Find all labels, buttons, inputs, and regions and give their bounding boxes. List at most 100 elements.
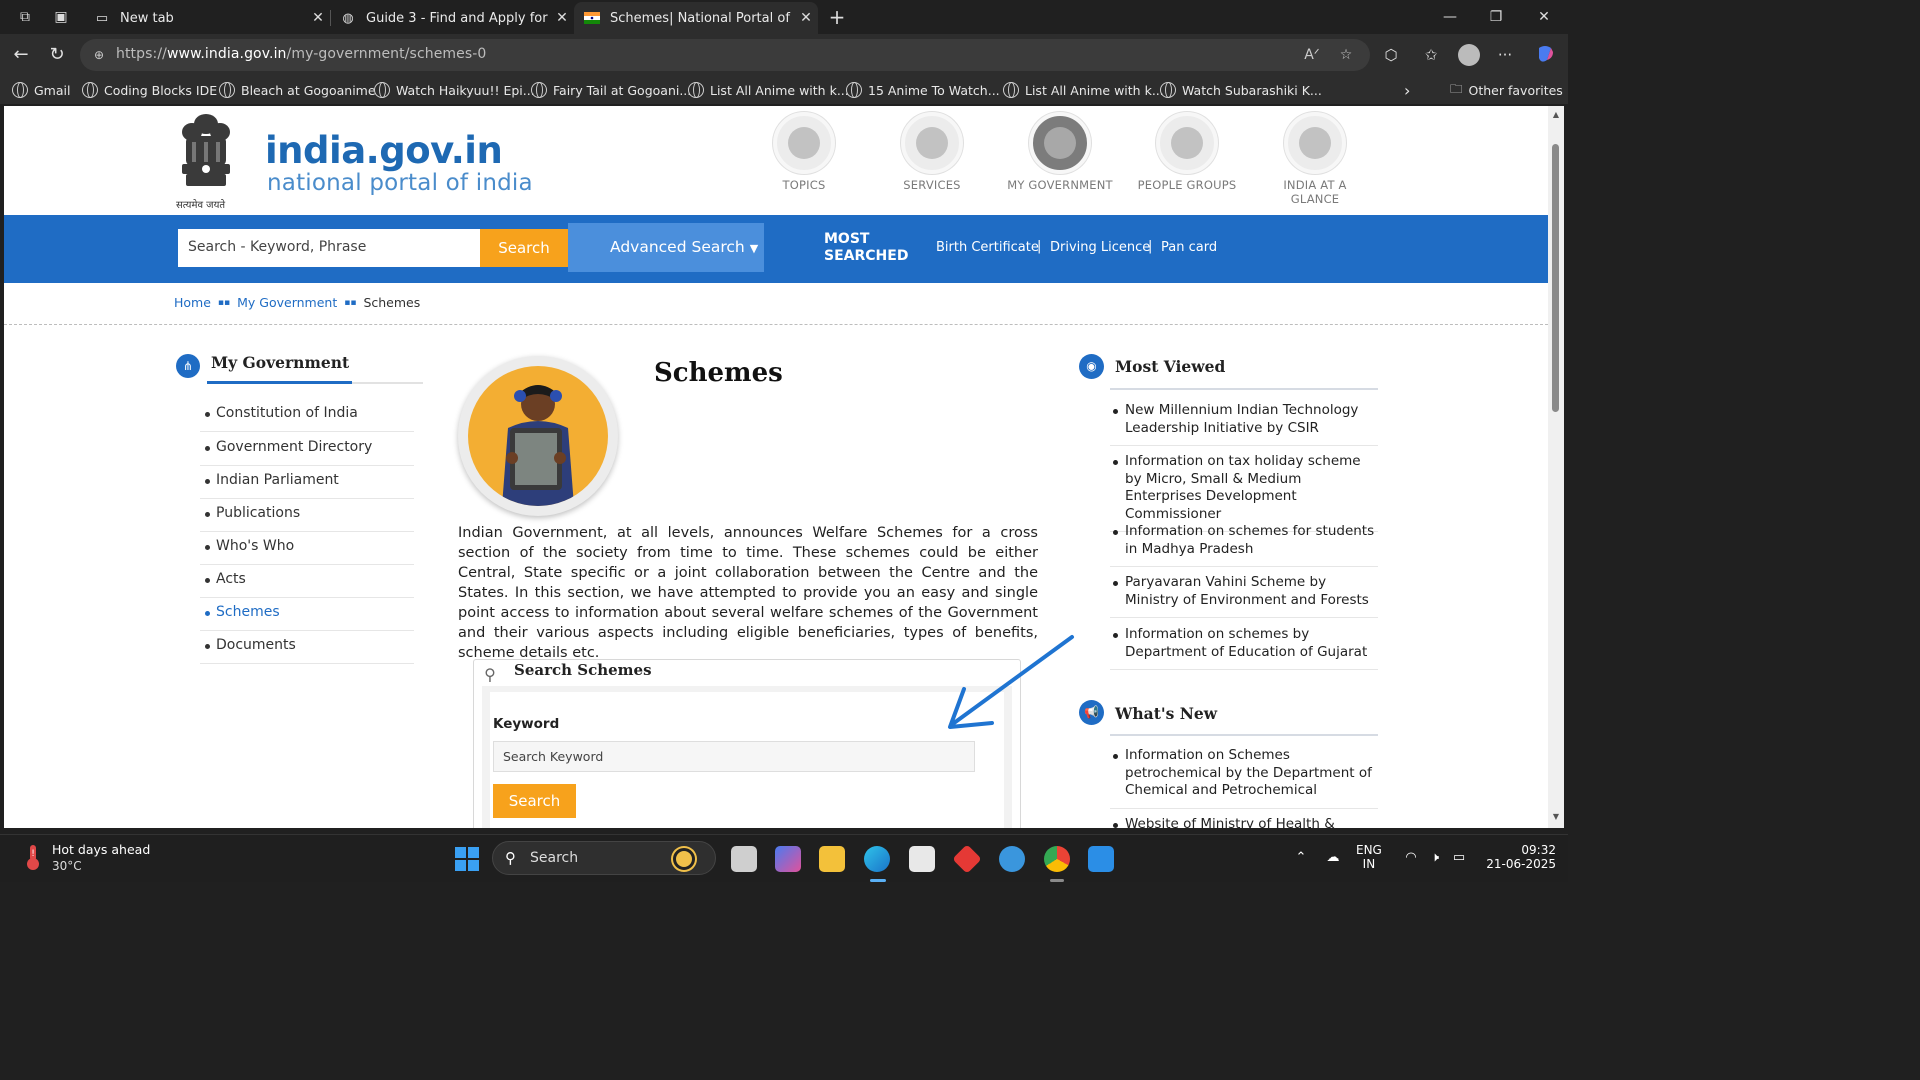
favorite-item[interactable]: 15 Anime To Watch... xyxy=(846,80,1000,100)
most-viewed-item[interactable]: Paryavaran Vahini Scheme by Ministry of … xyxy=(1110,574,1378,618)
people-icon xyxy=(1171,127,1203,159)
read-aloud-icon[interactable]: Aᐟ xyxy=(1302,45,1322,65)
close-icon[interactable]: ✕ xyxy=(794,10,818,26)
breadcrumb-home[interactable]: Home xyxy=(174,295,211,310)
new-tab-plus-icon[interactable]: + xyxy=(828,7,846,27)
topnav-my-government[interactable]: MY GOVERNMENT xyxy=(1005,112,1115,192)
file-explorer-icon[interactable] xyxy=(819,846,845,872)
sidebar-item-schemes[interactable]: Schemes xyxy=(200,597,414,631)
copilot-app-icon[interactable] xyxy=(775,846,801,872)
page-scrollbar[interactable]: ▲ ▼ xyxy=(1548,106,1564,828)
sidebar-item-whos-who[interactable]: Who's Who xyxy=(200,531,414,565)
tab-schemes[interactable]: Schemes| National Portal of India ✕ xyxy=(574,2,818,34)
advanced-search-dropdown[interactable]: Advanced Search ▼ xyxy=(568,223,764,272)
thermometer-icon[interactable]: ! xyxy=(22,843,44,871)
favorite-item[interactable]: Bleach at Gogoanime xyxy=(219,80,376,100)
sidebar-item-publications[interactable]: Publications xyxy=(200,498,414,532)
web-page: सत्यमेव जयते india.gov.in national porta… xyxy=(4,106,1548,828)
more-menu-icon[interactable]: ··· xyxy=(1494,44,1516,66)
chevron-right-icon[interactable]: › xyxy=(1404,80,1410,100)
copilot-icon[interactable] xyxy=(1534,44,1556,66)
favorite-star-icon[interactable]: ☆ xyxy=(1336,45,1356,65)
anydesk-icon[interactable] xyxy=(952,844,982,874)
favorite-item[interactable]: Coding Blocks IDE xyxy=(82,80,217,100)
topnav-india-at-a-glance[interactable]: INDIA AT A GLANCE xyxy=(1260,112,1370,206)
refresh-icon[interactable]: ↻ xyxy=(46,44,68,66)
most-viewed-item[interactable]: Information on schemes for students in M… xyxy=(1110,523,1378,567)
favorite-item[interactable]: Watch Haikyuu!! Epi... xyxy=(374,80,535,100)
extensions-icon[interactable]: ⬡ xyxy=(1380,44,1402,66)
clock[interactable]: 09:32 21-06-2025 xyxy=(1480,843,1556,871)
most-searched-link[interactable]: Birth Certificate xyxy=(936,240,1039,255)
topnav-people-groups[interactable]: PEOPLE GROUPS xyxy=(1132,112,1242,192)
topnav-services[interactable]: SERVICES xyxy=(877,112,987,192)
sidebar-item-indian-parliament[interactable]: Indian Parliament xyxy=(200,465,414,499)
sidebar-item-government-directory[interactable]: Government Directory xyxy=(200,432,414,466)
restore-icon[interactable]: ❐ xyxy=(1484,6,1508,28)
task-view-icon[interactable] xyxy=(731,846,757,872)
sidebar-item-constitution[interactable]: Constitution of India xyxy=(200,398,414,432)
site-logo-title[interactable]: india.gov.in xyxy=(265,129,503,172)
sidebar-item-documents[interactable]: Documents xyxy=(200,630,414,664)
site-logo-subtitle[interactable]: national portal of india xyxy=(267,170,533,196)
speaker-muted-icon[interactable]: 🕨 xyxy=(1426,849,1444,867)
workspaces-icon[interactable]: ⧉ xyxy=(16,8,34,26)
close-icon[interactable]: ✕ xyxy=(306,10,330,26)
keyword-input[interactable]: Search Keyword xyxy=(493,741,975,772)
globe-icon xyxy=(1160,82,1176,98)
site-search-button[interactable]: Search xyxy=(480,229,568,267)
most-viewed-item[interactable]: Information on schemes by Department of … xyxy=(1110,626,1378,670)
wifi-icon[interactable]: ◠ xyxy=(1402,849,1420,867)
minimize-icon[interactable]: — xyxy=(1438,6,1462,28)
taskbar-search[interactable]: ⚲ Search xyxy=(492,841,716,875)
tab-new-tab[interactable]: ▭ New tab ✕ xyxy=(84,2,330,34)
favorite-item[interactable]: Gmail xyxy=(12,80,70,100)
most-viewed-item[interactable]: Information on tax holiday scheme by Mic… xyxy=(1110,453,1378,532)
scroll-down-icon[interactable]: ▼ xyxy=(1551,812,1561,821)
whats-new-item[interactable]: Website of Ministry of Health & Family xyxy=(1110,816,1378,828)
sidebar-item-acts[interactable]: Acts xyxy=(200,564,414,598)
window-close-icon[interactable]: ✕ xyxy=(1532,6,1556,28)
site-search-input[interactable]: Search - Keyword, Phrase xyxy=(178,229,480,267)
most-searched-link[interactable]: Driving Licence xyxy=(1050,240,1150,255)
vscode-icon[interactable] xyxy=(1088,846,1114,872)
topnav-topics[interactable]: TOPICS xyxy=(749,112,859,192)
weather-title[interactable]: Hot days ahead xyxy=(52,842,150,857)
store-icon[interactable] xyxy=(909,846,935,872)
favorite-item[interactable]: List All Anime with k... xyxy=(688,80,849,100)
favorite-item[interactable]: List All Anime with k... xyxy=(1003,80,1164,100)
search-schemes-button[interactable]: Search xyxy=(493,784,576,818)
back-icon[interactable]: ← xyxy=(10,44,32,66)
onedrive-cloud-icon[interactable]: ☁ xyxy=(1324,849,1342,867)
windows-start-icon[interactable] xyxy=(455,847,479,871)
chrome-icon[interactable] xyxy=(1044,846,1070,872)
link-separator: | xyxy=(1037,239,1042,254)
favorite-item[interactable]: Watch Subarashiki K... xyxy=(1160,80,1322,100)
most-searched-link[interactable]: Pan card xyxy=(1161,240,1217,255)
site-info-icon[interactable]: ⊕ xyxy=(90,46,108,64)
whats-new-item[interactable]: Information on Schemes petrochemical by … xyxy=(1110,747,1378,809)
close-icon[interactable]: ✕ xyxy=(550,10,574,26)
target-icon xyxy=(1299,127,1331,159)
battery-icon[interactable]: ▭ xyxy=(1450,849,1468,867)
globe-icon xyxy=(82,82,98,98)
breadcrumb-my-government[interactable]: My Government xyxy=(237,295,337,310)
chevron-up-icon[interactable]: ⌃ xyxy=(1292,849,1310,867)
address-bar[interactable]: ⊕ https://www.india.gov.in/my-government… xyxy=(80,39,1370,71)
url-text[interactable]: https://www.india.gov.in/my-government/s… xyxy=(116,46,486,62)
edge-icon[interactable] xyxy=(864,846,890,872)
profile-avatar[interactable] xyxy=(1458,44,1480,66)
language-indicator[interactable]: ENG IN xyxy=(1356,843,1382,871)
other-favorites[interactable]: 🗀 Other favorites xyxy=(1450,80,1563,100)
most-viewed-item[interactable]: New Millennium Indian Technology Leaders… xyxy=(1110,402,1378,446)
weather-temp[interactable]: 30°C xyxy=(52,859,82,873)
vertical-tabs-icon[interactable]: ▣ xyxy=(52,8,70,26)
site-header: सत्यमेव जयते india.gov.in national porta… xyxy=(4,106,1548,215)
favorites-icon[interactable]: ✩ xyxy=(1420,44,1442,66)
favorite-item[interactable]: Fairy Tail at Gogoani... xyxy=(531,80,691,100)
scroll-up-icon[interactable]: ▲ xyxy=(1551,110,1561,119)
scrollbar-thumb[interactable] xyxy=(1552,144,1559,412)
tab-guide-3[interactable]: ◍ Guide 3 - Find and Apply for Gov ✕ xyxy=(330,2,574,34)
link-separator: | xyxy=(1148,239,1153,254)
help-icon[interactable] xyxy=(999,846,1025,872)
